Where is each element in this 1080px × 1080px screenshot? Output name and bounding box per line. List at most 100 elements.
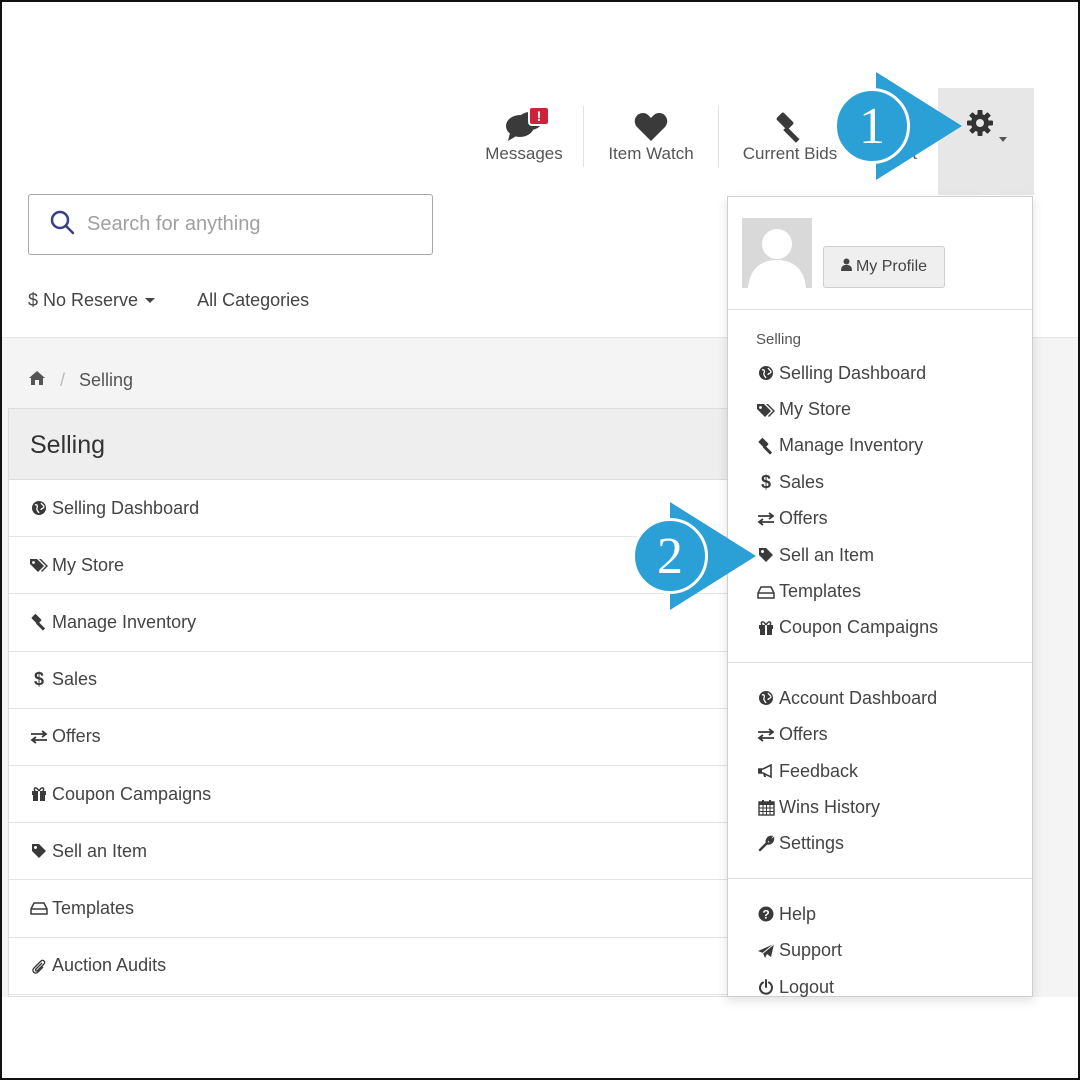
panel-row-label: Selling Dashboard <box>52 497 200 518</box>
panel-row-label: Manage Inventory <box>52 611 197 632</box>
menu-item-label: Offers <box>779 508 828 529</box>
menu-item-label: Help <box>779 903 817 924</box>
no-reserve-dropdown[interactable]: $ No Reserve <box>28 290 156 311</box>
globe-icon <box>756 364 776 382</box>
menu-item-selling-dashboard[interactable]: Selling Dashboard <box>756 355 1032 391</box>
paperclip-icon <box>29 957 49 975</box>
menu-item-sell-an-item[interactable]: Sell an Item <box>756 537 1032 573</box>
gear-icon <box>965 108 995 143</box>
nav-current-bids-label: Current Bids <box>742 144 838 163</box>
menu-item-help[interactable]: ? Help <box>756 896 1032 932</box>
exchange-icon <box>29 728 49 746</box>
gift-icon <box>29 785 49 803</box>
account-section: Account Dashboard Offers Feedback Wins Hist… <box>728 663 1032 880</box>
help-section: ? Help Support Logout <box>728 879 1032 1021</box>
selling-section: Selling Selling Dashboard My Store Manage … <box>728 310 1032 664</box>
menu-item-offers[interactable]: Offers <box>756 717 1032 753</box>
panel-row-label: Sales <box>52 669 98 690</box>
my-profile-button[interactable]: My Profile <box>823 246 945 288</box>
selling-heading: Selling <box>756 331 802 348</box>
breadcrumb-separator: / <box>60 370 66 390</box>
calendar-icon <box>756 798 776 816</box>
svg-text:?: ? <box>762 908 769 922</box>
menu-item-coupon-campaigns[interactable]: Coupon Campaigns <box>756 610 1032 646</box>
heart-icon <box>634 110 668 144</box>
hdd-icon <box>756 583 776 601</box>
menu-item-sales[interactable]: $ Sales <box>756 464 1032 500</box>
menu-item-label: Settings <box>779 833 845 854</box>
messages-badge: ! <box>528 106 550 126</box>
chevron-down-icon <box>999 137 1007 142</box>
tag-icon <box>756 546 776 564</box>
panel-row-selling-dashboard[interactable]: Selling Dashboard <box>9 480 747 538</box>
breadcrumb: / Selling <box>28 370 133 391</box>
gavel-icon <box>29 613 49 632</box>
no-reserve-label: $ No Reserve <box>28 290 139 310</box>
callout-number: 1 <box>834 88 910 164</box>
dollar-icon: $ <box>760 471 771 492</box>
home-icon[interactable] <box>28 370 46 391</box>
menu-item-label: My Store <box>779 399 852 420</box>
exchange-icon <box>756 510 776 528</box>
tags-icon <box>29 556 49 574</box>
menu-item-label: Logout <box>779 976 835 997</box>
panel-row-label: Coupon Campaigns <box>52 783 212 804</box>
nav-item-watch-label: Item Watch <box>608 144 694 163</box>
panel-row-sell-an-item[interactable]: Sell an Item <box>9 823 747 881</box>
panel-title: Selling <box>9 409 747 480</box>
nav-messages[interactable]: ! Messages <box>465 100 583 175</box>
help-list: ? Help Support Logout <box>756 896 1032 1005</box>
menu-item-label: Templates <box>779 581 862 602</box>
gift-icon <box>756 619 776 637</box>
nav-messages-label: Messages <box>485 144 563 163</box>
paper-plane-icon <box>756 942 776 960</box>
panel-row-label: Offers <box>52 726 101 747</box>
search-box <box>28 194 433 255</box>
menu-item-my-store[interactable]: My Store <box>756 391 1032 427</box>
panel-row-auction-audits[interactable]: Auction Audits <box>9 938 747 995</box>
dollar-icon: $ <box>33 669 44 690</box>
search-input[interactable] <box>87 213 407 236</box>
nav-item-watch[interactable]: Item Watch <box>584 100 718 175</box>
callout-number: 2 <box>632 518 708 594</box>
hdd-icon <box>29 899 49 917</box>
menu-item-feedback[interactable]: Feedback <box>756 753 1032 789</box>
menu-item-wins-history[interactable]: Wins History <box>756 789 1032 825</box>
globe-icon <box>29 499 49 517</box>
panel-row-label: Sell an Item <box>52 840 148 861</box>
settings-dropdown-menu: My Profile Selling Selling Dashboard My S… <box>727 196 1033 997</box>
menu-item-settings[interactable]: Settings <box>756 826 1032 862</box>
menu-item-offers[interactable]: Offers <box>756 501 1032 537</box>
profile-section: My Profile <box>728 197 1032 310</box>
menu-item-label: Selling Dashboard <box>779 362 927 383</box>
menu-item-label: Coupon Campaigns <box>779 617 939 638</box>
menu-item-label: Sales <box>779 471 825 492</box>
search-icon <box>49 209 75 240</box>
filter-bar: $ No Reserve All Categories <box>28 290 309 311</box>
tag-icon <box>29 842 49 860</box>
dropdown-pointer <box>978 182 1000 194</box>
account-list: Account Dashboard Offers Feedback Wins Hist… <box>756 680 1032 862</box>
menu-item-templates[interactable]: Templates <box>756 573 1032 609</box>
caret-down-icon <box>145 298 156 303</box>
avatar <box>742 218 812 288</box>
all-categories-link[interactable]: All Categories <box>197 290 309 311</box>
panel-row-manage-inventory[interactable]: Manage Inventory <box>9 594 747 652</box>
menu-item-support[interactable]: Support <box>756 932 1032 968</box>
menu-item-label: Support <box>779 940 843 961</box>
exchange-icon <box>756 726 776 744</box>
menu-item-label: Wins History <box>779 796 881 817</box>
power-icon <box>756 978 776 996</box>
question-icon: ? <box>756 905 776 923</box>
panel-row-coupon-campaigns[interactable]: Coupon Campaigns <box>9 766 747 824</box>
menu-item-account-dashboard[interactable]: Account Dashboard <box>756 680 1032 716</box>
panel-row-offers[interactable]: Offers <box>9 709 747 766</box>
menu-item-logout[interactable]: Logout <box>756 969 1032 1005</box>
panel-row-sales[interactable]: $ Sales <box>9 652 747 709</box>
panel-row-templates[interactable]: Templates <box>9 880 747 938</box>
menu-item-manage-inventory[interactable]: Manage Inventory <box>756 428 1032 464</box>
breadcrumb-current: Selling <box>79 370 134 390</box>
wrench-icon <box>756 835 776 853</box>
tags-icon <box>756 401 776 419</box>
menu-item-label: Manage Inventory <box>779 435 924 456</box>
